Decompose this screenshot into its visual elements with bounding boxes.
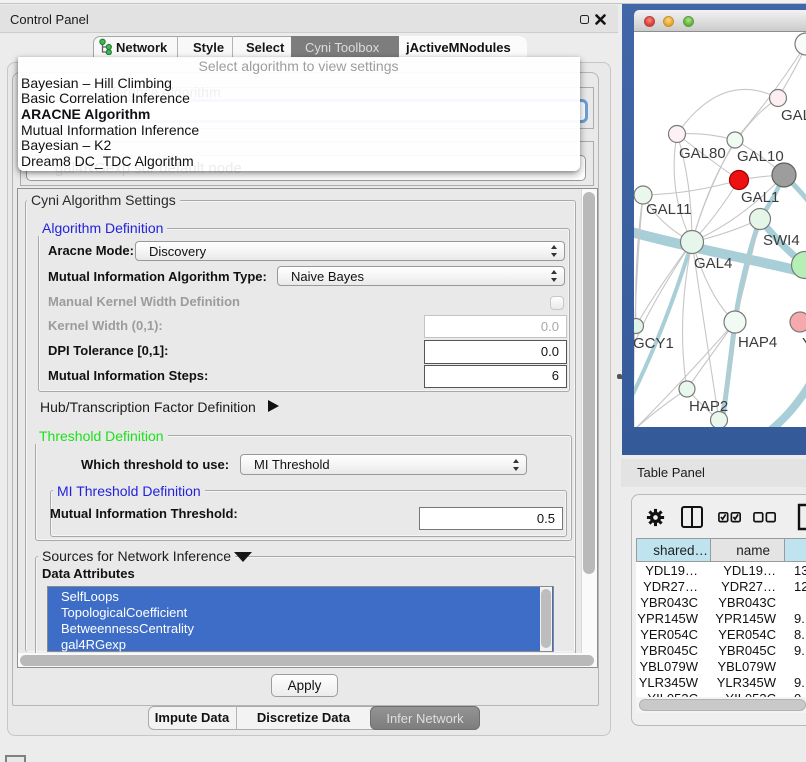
svg-text:GAL10: GAL10 [737, 148, 784, 165]
svg-text:GAL: GAL [781, 107, 806, 124]
svg-text:GCY1: GCY1 [634, 335, 674, 352]
svg-text:GAL1: GAL1 [741, 189, 779, 206]
svg-text:Y: Y [802, 335, 806, 352]
svg-text:SWI4: SWI4 [763, 232, 800, 249]
svg-text:GAL11: GAL11 [646, 201, 692, 218]
svg-text:HAP2: HAP2 [689, 398, 728, 415]
svg-text:GAL80: GAL80 [679, 145, 726, 162]
svg-text:GAL4: GAL4 [694, 255, 732, 272]
svg-text:HAP4: HAP4 [738, 334, 777, 351]
